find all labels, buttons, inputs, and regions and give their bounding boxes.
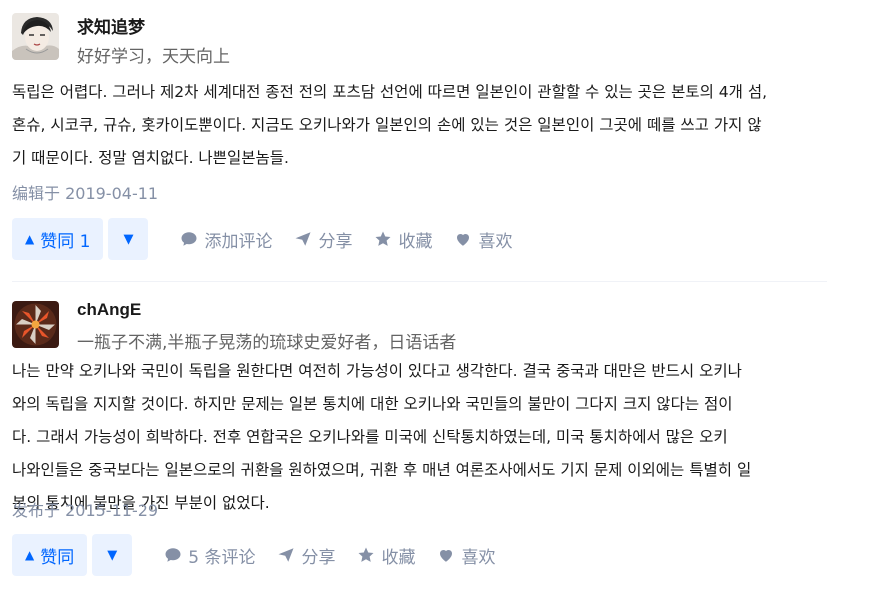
content-line: 다. 그래서 가능성이 희박하다. 전후 연합국은 오키나와를 미국에 신탁통치…	[12, 428, 728, 446]
vote-down-button[interactable]: ▼	[92, 534, 133, 576]
content-line: 기 때문이다. 정말 염치없다. 나쁜일본놈들.	[12, 149, 289, 167]
content-line: 혼슈, 시코쿠, 규슈, 홋카이도뿐이다. 지금도 오키나와가 일본인의 손에 …	[12, 116, 762, 134]
vote-up-button[interactable]: ▲ 赞同	[12, 534, 88, 576]
comment-button[interactable]: 5 条评论	[164, 543, 255, 568]
triangle-up-icon: ▲	[25, 232, 35, 246]
vote-up-label: 赞同	[40, 547, 75, 568]
collect-button[interactable]: 收藏	[374, 227, 432, 252]
like-button[interactable]: 喜欢	[437, 543, 495, 568]
collect-button[interactable]: 收藏	[357, 543, 415, 568]
author-headline: 一瓶子不满,半瓶子晃荡的琉球史爱好者，日语话者	[77, 333, 457, 353]
vote-down-button[interactable]: ▼	[108, 218, 149, 260]
star-icon	[375, 231, 391, 246]
triangle-down-icon: ▼	[123, 231, 134, 247]
like-label: 喜欢	[478, 231, 513, 252]
author-headline: 好好学习，天天向上	[77, 47, 230, 67]
heart-icon	[457, 234, 470, 246]
like-label: 喜欢	[461, 547, 496, 568]
content-line: 나와인들은 중국보다는 일본으로의 귀환을 원하였으며, 귀환 후 매년 여론조…	[12, 461, 752, 479]
comment-bubble-icon	[181, 232, 197, 246]
answer-divider	[12, 281, 827, 282]
comment-bubble-icon	[165, 548, 181, 562]
answer-content: 나는 만약 오키나와 국민이 독립을 원한다면 여전히 가능성이 있다고 생각한…	[12, 355, 872, 520]
avatar-illustration-icon	[12, 13, 59, 60]
content-line: 나는 만약 오키나와 국민이 독립을 원한다면 여전히 가능성이 있다고 생각한…	[12, 362, 742, 380]
action-bar: ▲ 赞同 1 ▼ 添加评论 分享 收藏 喜欢	[12, 218, 512, 260]
triangle-up-icon: ▲	[25, 548, 35, 562]
paper-plane-icon	[278, 548, 294, 562]
vote-up-button[interactable]: ▲ 赞同 1	[12, 218, 104, 260]
collect-label: 收藏	[398, 231, 433, 252]
action-bar: ▲ 赞同 ▼ 5 条评论 分享 收藏 喜欢	[12, 534, 495, 576]
author-name[interactable]: chAngE	[77, 300, 141, 320]
star-icon	[358, 547, 374, 562]
content-line: 독립은 어렵다. 그러나 제2차 세계대전 종전 전의 포츠담 선언에 따르면 …	[12, 83, 768, 101]
heart-icon	[440, 550, 453, 562]
answer-timestamp[interactable]: 发布于 2015-11-29	[12, 497, 158, 521]
avatar[interactable]	[12, 13, 59, 60]
answer-timestamp[interactable]: 编辑于 2019-04-11	[12, 180, 158, 204]
avatar-pinwheel-icon	[12, 301, 59, 348]
author-name[interactable]: 求知追梦	[77, 13, 145, 38]
triangle-down-icon: ▼	[107, 547, 118, 563]
avatar[interactable]	[12, 301, 59, 348]
collect-label: 收藏	[381, 547, 416, 568]
comment-button[interactable]: 添加评论	[180, 227, 272, 252]
like-button[interactable]: 喜欢	[454, 227, 512, 252]
share-label: 分享	[301, 547, 336, 568]
comment-label: 添加评论	[204, 231, 273, 252]
share-button[interactable]: 分享	[277, 543, 335, 568]
answer-content: 독립은 어렵다. 그러나 제2차 세계대전 종전 전의 포츠담 선언에 따르면 …	[12, 76, 872, 175]
share-label: 分享	[318, 231, 353, 252]
content-line: 와의 독립을 지지할 것이다. 하지만 문제는 일본 통치에 대한 오키나와 국…	[12, 395, 733, 413]
paper-plane-icon	[295, 232, 311, 246]
vote-up-label: 赞同 1	[40, 231, 91, 252]
comment-label: 5 条评论	[188, 547, 256, 568]
share-button[interactable]: 分享	[294, 227, 352, 252]
